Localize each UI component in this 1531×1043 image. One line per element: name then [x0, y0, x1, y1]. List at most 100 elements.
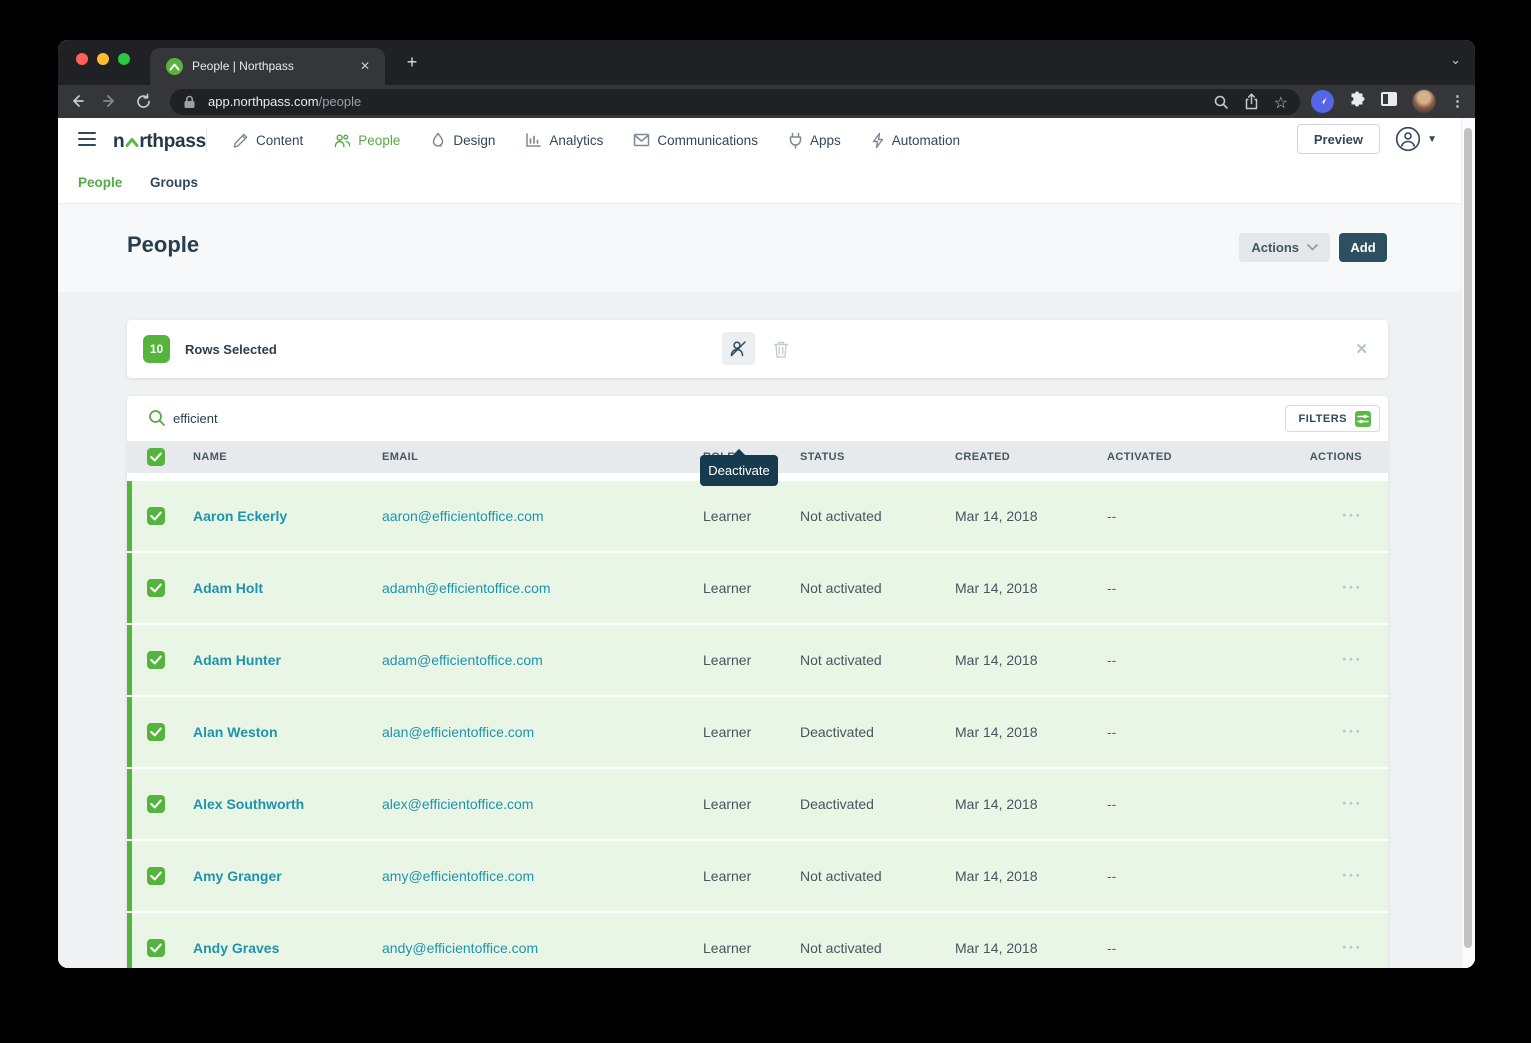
- nav-item-content[interactable]: Content: [232, 132, 303, 149]
- northpass-chevron-icon: [125, 132, 139, 154]
- browser-toolbar: app.northpass.com/people ☆: [58, 85, 1475, 118]
- browser-profile-avatar[interactable]: [1412, 89, 1436, 113]
- row-checkbox[interactable]: [147, 651, 165, 669]
- nav-item-apps[interactable]: Apps: [788, 132, 841, 149]
- col-activated[interactable]: ACTIVATED: [1107, 451, 1172, 463]
- row-actions-menu[interactable]: ···: [1342, 578, 1362, 598]
- zoom-window-button[interactable]: [118, 53, 130, 65]
- extension-blue-icon[interactable]: [1311, 90, 1334, 113]
- search-input[interactable]: [173, 396, 773, 441]
- person-email-link[interactable]: aaron@efficientoffice.com: [382, 508, 544, 524]
- scrollbar-thumb[interactable]: [1464, 128, 1472, 948]
- person-email-link[interactable]: alan@efficientoffice.com: [382, 724, 534, 740]
- share-icon[interactable]: [1244, 93, 1259, 115]
- person-name-link[interactable]: Amy Granger: [193, 868, 282, 884]
- nav-item-communications[interactable]: Communications: [633, 133, 758, 148]
- lightning-icon: [871, 132, 885, 149]
- sub-nav: People Groups: [58, 162, 1475, 204]
- nav-item-automation[interactable]: Automation: [871, 132, 960, 149]
- northpass-logo[interactable]: nrthpass: [113, 129, 206, 154]
- lock-icon[interactable]: [183, 95, 196, 114]
- row-actions-menu[interactable]: ···: [1342, 794, 1362, 814]
- subnav-tab-groups[interactable]: Groups: [150, 175, 198, 190]
- col-status[interactable]: STATUS: [800, 451, 845, 463]
- url-host: app.northpass.com: [208, 94, 319, 109]
- nav-item-design[interactable]: Design: [430, 132, 495, 149]
- account-menu[interactable]: ▼: [1395, 126, 1437, 152]
- person-name-link[interactable]: Alan Weston: [193, 724, 278, 740]
- row-actions-menu[interactable]: ···: [1342, 866, 1362, 886]
- person-email-link[interactable]: adam@efficientoffice.com: [382, 652, 543, 668]
- close-selection-icon[interactable]: ✕: [1355, 340, 1368, 358]
- bookmark-star-icon[interactable]: ☆: [1274, 96, 1288, 112]
- col-email[interactable]: EMAIL: [382, 451, 418, 463]
- forward-button[interactable]: [99, 90, 121, 112]
- hamburger-menu-icon[interactable]: [78, 132, 96, 146]
- row-checkbox[interactable]: [147, 939, 165, 957]
- selected-count-badge: 10: [143, 335, 170, 363]
- logo-text-pre: n: [113, 131, 124, 153]
- minimize-window-button[interactable]: [97, 53, 109, 65]
- person-created: Mar 14, 2018: [955, 940, 1038, 956]
- row-checkbox[interactable]: [147, 579, 165, 597]
- close-window-button[interactable]: [76, 53, 88, 65]
- person-email-link[interactable]: andy@efficientoffice.com: [382, 940, 538, 956]
- filters-label: FILTERS: [1298, 413, 1347, 425]
- person-name-link[interactable]: Adam Hunter: [193, 652, 281, 668]
- row-checkbox[interactable]: [147, 723, 165, 741]
- reload-button[interactable]: [132, 90, 154, 112]
- person-role: Learner: [703, 580, 751, 596]
- person-created: Mar 14, 2018: [955, 868, 1038, 884]
- person-created: Mar 14, 2018: [955, 724, 1038, 740]
- browser-menu-icon[interactable]: ⋮: [1450, 98, 1465, 105]
- person-name-link[interactable]: Adam Holt: [193, 580, 263, 596]
- row-actions-menu[interactable]: ···: [1342, 938, 1362, 958]
- col-name[interactable]: NAME: [193, 451, 227, 463]
- row-actions-menu[interactable]: ···: [1342, 722, 1362, 742]
- extensions-puzzle-icon[interactable]: [1348, 90, 1366, 113]
- plug-icon: [788, 132, 803, 149]
- nav-item-analytics[interactable]: Analytics: [525, 132, 603, 148]
- table-row: Aaron Eckerly aaron@efficientoffice.com …: [127, 481, 1388, 551]
- main-area: 10 Rows Selected ✕ Deactivate: [58, 292, 1475, 968]
- url-path: /people: [319, 94, 362, 109]
- new-tab-button[interactable]: +: [402, 52, 422, 72]
- filters-button[interactable]: FILTERS: [1285, 405, 1380, 432]
- person-email-link[interactable]: alex@efficientoffice.com: [382, 796, 533, 812]
- select-all-checkbox[interactable]: [147, 448, 165, 466]
- nav-item-people[interactable]: People: [333, 132, 400, 149]
- back-button[interactable]: [66, 90, 88, 112]
- person-email-link[interactable]: adamh@efficientoffice.com: [382, 580, 551, 596]
- scrollbar-track[interactable]: [1461, 118, 1475, 968]
- deactivate-button[interactable]: [722, 332, 755, 365]
- row-checkbox[interactable]: [147, 867, 165, 885]
- nav-label: Communications: [657, 133, 758, 148]
- people-icon: [333, 132, 351, 149]
- side-panel-icon[interactable]: [1380, 91, 1398, 112]
- tab-search-chevron-icon[interactable]: ⌄: [1450, 52, 1461, 68]
- col-created[interactable]: CREATED: [955, 451, 1010, 463]
- zoom-page-icon[interactable]: [1213, 94, 1229, 115]
- person-name-link[interactable]: Aaron Eckerly: [193, 508, 287, 524]
- person-name-link[interactable]: Andy Graves: [193, 940, 279, 956]
- delete-button[interactable]: [770, 338, 792, 360]
- person-name-link[interactable]: Alex Southworth: [193, 796, 304, 812]
- actions-button[interactable]: Actions: [1239, 233, 1330, 262]
- row-actions-menu[interactable]: ···: [1342, 650, 1362, 670]
- add-button[interactable]: Add: [1339, 233, 1387, 262]
- row-actions-menu[interactable]: ···: [1342, 506, 1362, 526]
- url-bar[interactable]: app.northpass.com/people ☆: [170, 89, 1300, 115]
- tab-close-icon[interactable]: ✕: [357, 58, 373, 74]
- person-created: Mar 14, 2018: [955, 580, 1038, 596]
- url-text: app.northpass.com/people: [208, 94, 361, 109]
- row-checkbox[interactable]: [147, 507, 165, 525]
- person-email-link[interactable]: amy@efficientoffice.com: [382, 868, 534, 884]
- person-status: Deactivated: [800, 724, 874, 740]
- row-checkbox[interactable]: [147, 795, 165, 813]
- header-divider: [206, 128, 207, 152]
- preview-button[interactable]: Preview: [1297, 124, 1380, 154]
- table-row: Adam Holt adamh@efficientoffice.com Lear…: [127, 553, 1388, 623]
- browser-tab[interactable]: People | Northpass ✕: [150, 48, 385, 85]
- subnav-tab-people[interactable]: People: [78, 175, 122, 190]
- browser-window: People | Northpass ✕ + ⌄ app.northpass.c…: [58, 40, 1475, 968]
